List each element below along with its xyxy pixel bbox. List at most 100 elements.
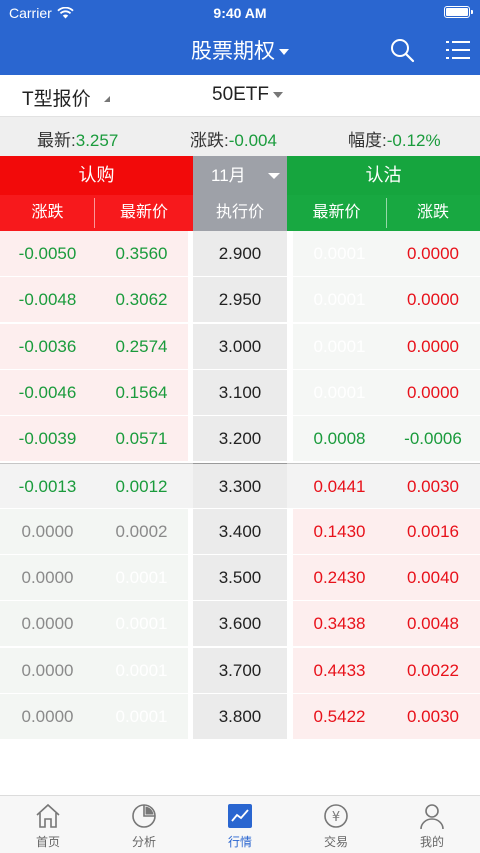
column-divider — [94, 198, 95, 228]
put-change-cell[interactable]: -0.0006 — [386, 416, 480, 462]
put-change-cell[interactable]: 0.0048 — [386, 601, 480, 647]
put-change-cell[interactable]: 0.0000 — [386, 231, 480, 277]
call-change-cell[interactable]: -0.0050 — [0, 231, 95, 277]
tab-market[interactable]: 行情 — [192, 796, 288, 853]
call-change-cell[interactable]: -0.0036 — [0, 324, 95, 370]
call-last-cell[interactable]: 0.3560 — [95, 231, 188, 277]
strike-cell[interactable]: 3.400 — [193, 509, 287, 555]
strike-cell[interactable]: 3.300 — [193, 464, 287, 510]
table-row[interactable]: -0.0036 0.2574 3.000 0.0001 0.0000 — [0, 324, 480, 370]
put-header: 认沽 — [287, 156, 480, 195]
put-last-cell[interactable]: 0.0001 — [293, 277, 386, 323]
put-last-cell[interactable]: 0.0008 — [293, 416, 386, 462]
price-change: 涨跌:-0.004 — [190, 126, 277, 151]
filter-bar: T型报价 50ETF — [0, 75, 480, 117]
price-change-pct-value: -0.12% — [386, 131, 441, 150]
column-put-change[interactable]: 涨跌 — [386, 195, 480, 231]
put-change-cell[interactable]: 0.0040 — [386, 555, 480, 601]
quote-type-selector[interactable]: T型报价 — [22, 84, 91, 111]
bottom-tab-bar: 首页 分析 行情 ¥ 交易 我的 — [0, 795, 480, 853]
strike-cell[interactable]: 3.000 — [193, 324, 287, 370]
home-icon — [36, 803, 60, 828]
call-last-cell[interactable]: 0.0002 — [95, 509, 188, 555]
list-menu-icon[interactable] — [445, 38, 471, 62]
call-last-cell[interactable]: 0.0001 — [95, 601, 188, 647]
call-change-cell[interactable]: 0.0000 — [0, 509, 95, 555]
table-row[interactable]: -0.0048 0.3062 2.950 0.0001 0.0000 — [0, 277, 480, 323]
tab-home[interactable]: 首页 — [0, 796, 96, 853]
last-price-label: 最新: — [37, 131, 76, 150]
put-last-cell[interactable]: 0.2430 — [293, 555, 386, 601]
put-change-cell[interactable]: 0.0030 — [386, 464, 480, 510]
call-last-cell[interactable]: 0.1564 — [95, 370, 188, 416]
status-time: 9:40 AM — [213, 5, 267, 21]
put-last-cell[interactable]: 0.3438 — [293, 601, 386, 647]
page-title: 股票期权 — [191, 40, 275, 63]
user-icon — [420, 804, 444, 830]
call-last-cell[interactable]: 0.0001 — [95, 694, 188, 740]
search-icon[interactable] — [389, 37, 415, 63]
strike-cell[interactable]: 3.800 — [193, 694, 287, 740]
tab-mine[interactable]: 我的 — [384, 796, 480, 853]
call-change-cell[interactable]: 0.0000 — [0, 648, 95, 694]
call-change-cell[interactable]: 0.0000 — [0, 555, 95, 601]
put-change-cell[interactable]: 0.0030 — [386, 694, 480, 740]
table-row[interactable]: 0.0000 0.0001 3.600 0.3438 0.0048 — [0, 601, 480, 647]
call-change-cell[interactable]: -0.0013 — [0, 464, 95, 510]
price-change-pct: 幅度:-0.12% — [348, 126, 441, 151]
table-row[interactable]: 0.0000 0.0001 3.700 0.4433 0.0022 — [0, 648, 480, 694]
call-change-cell[interactable]: 0.0000 — [0, 601, 95, 647]
table-row[interactable]: -0.0050 0.3560 2.900 0.0001 0.0000 — [0, 231, 480, 277]
table-row[interactable]: -0.0013 0.0012 3.300 0.0441 0.0030 — [0, 463, 480, 510]
table-row[interactable]: -0.0039 0.0571 3.200 0.0008 -0.0006 — [0, 416, 480, 462]
call-last-cell[interactable]: 0.0001 — [95, 648, 188, 694]
column-put-last[interactable]: 最新价 — [287, 195, 386, 231]
put-change-cell[interactable]: 0.0000 — [386, 370, 480, 416]
tab-trade-label: 交易 — [323, 835, 348, 849]
call-change-cell[interactable]: -0.0048 — [0, 277, 95, 323]
column-strike[interactable]: 执行价 — [193, 195, 287, 231]
call-change-cell[interactable]: -0.0046 — [0, 370, 95, 416]
column-call-last[interactable]: 最新价 — [95, 195, 193, 231]
strike-cell[interactable]: 3.700 — [193, 648, 287, 694]
put-last-cell[interactable]: 0.0001 — [293, 324, 386, 370]
table-row[interactable]: -0.0046 0.1564 3.100 0.0001 0.0000 — [0, 370, 480, 416]
underlying-selector[interactable]: 50ETF — [212, 84, 284, 106]
put-change-cell[interactable]: 0.0000 — [386, 277, 480, 323]
call-last-cell[interactable]: 0.0012 — [95, 464, 188, 510]
strike-cell[interactable]: 3.600 — [193, 601, 287, 647]
row-divider — [0, 461, 480, 462]
call-last-cell[interactable]: 0.2574 — [95, 324, 188, 370]
tab-analysis[interactable]: 分析 — [96, 796, 192, 853]
put-change-cell[interactable]: 0.0016 — [386, 509, 480, 555]
call-change-cell[interactable]: 0.0000 — [0, 694, 95, 740]
table-row[interactable]: 0.0000 0.0001 3.800 0.5422 0.0030 — [0, 694, 480, 740]
put-last-cell[interactable]: 0.0001 — [293, 370, 386, 416]
put-last-cell[interactable]: 0.0001 — [293, 231, 386, 277]
call-change-cell[interactable]: -0.0039 — [0, 416, 95, 462]
put-last-cell[interactable]: 0.1430 — [293, 509, 386, 555]
put-last-cell[interactable]: 0.0441 — [293, 464, 386, 510]
put-change-cell[interactable]: 0.0000 — [386, 324, 480, 370]
strike-cell[interactable]: 2.900 — [193, 231, 287, 277]
table-row[interactable]: 0.0000 0.0002 3.400 0.1430 0.0016 — [0, 509, 480, 555]
strike-cell[interactable]: 3.100 — [193, 370, 287, 416]
call-last-cell[interactable]: 0.0001 — [95, 555, 188, 601]
put-last-cell[interactable]: 0.5422 — [293, 694, 386, 740]
app-header: Carrier 9:40 AM 股票期权 — [0, 0, 480, 75]
tab-home-label: 首页 — [35, 835, 60, 849]
table-row[interactable]: 0.0000 0.0001 3.500 0.2430 0.0040 — [0, 555, 480, 601]
strike-cell[interactable]: 3.200 — [193, 416, 287, 462]
put-change-cell[interactable]: 0.0022 — [386, 648, 480, 694]
put-last-cell[interactable]: 0.4433 — [293, 648, 386, 694]
strike-cell[interactable]: 2.950 — [193, 277, 287, 323]
call-last-cell[interactable]: 0.3062 — [95, 277, 188, 323]
call-last-cell[interactable]: 0.0571 — [95, 416, 188, 462]
yen-coin-icon: ¥ — [324, 804, 348, 828]
tab-mine-label: 我的 — [419, 835, 444, 849]
price-change-label: 涨跌: — [190, 131, 229, 150]
column-call-change[interactable]: 涨跌 — [0, 195, 95, 231]
tab-trade[interactable]: ¥ 交易 — [288, 796, 384, 853]
month-selector[interactable]: 11月 — [193, 156, 287, 195]
strike-cell[interactable]: 3.500 — [193, 555, 287, 601]
